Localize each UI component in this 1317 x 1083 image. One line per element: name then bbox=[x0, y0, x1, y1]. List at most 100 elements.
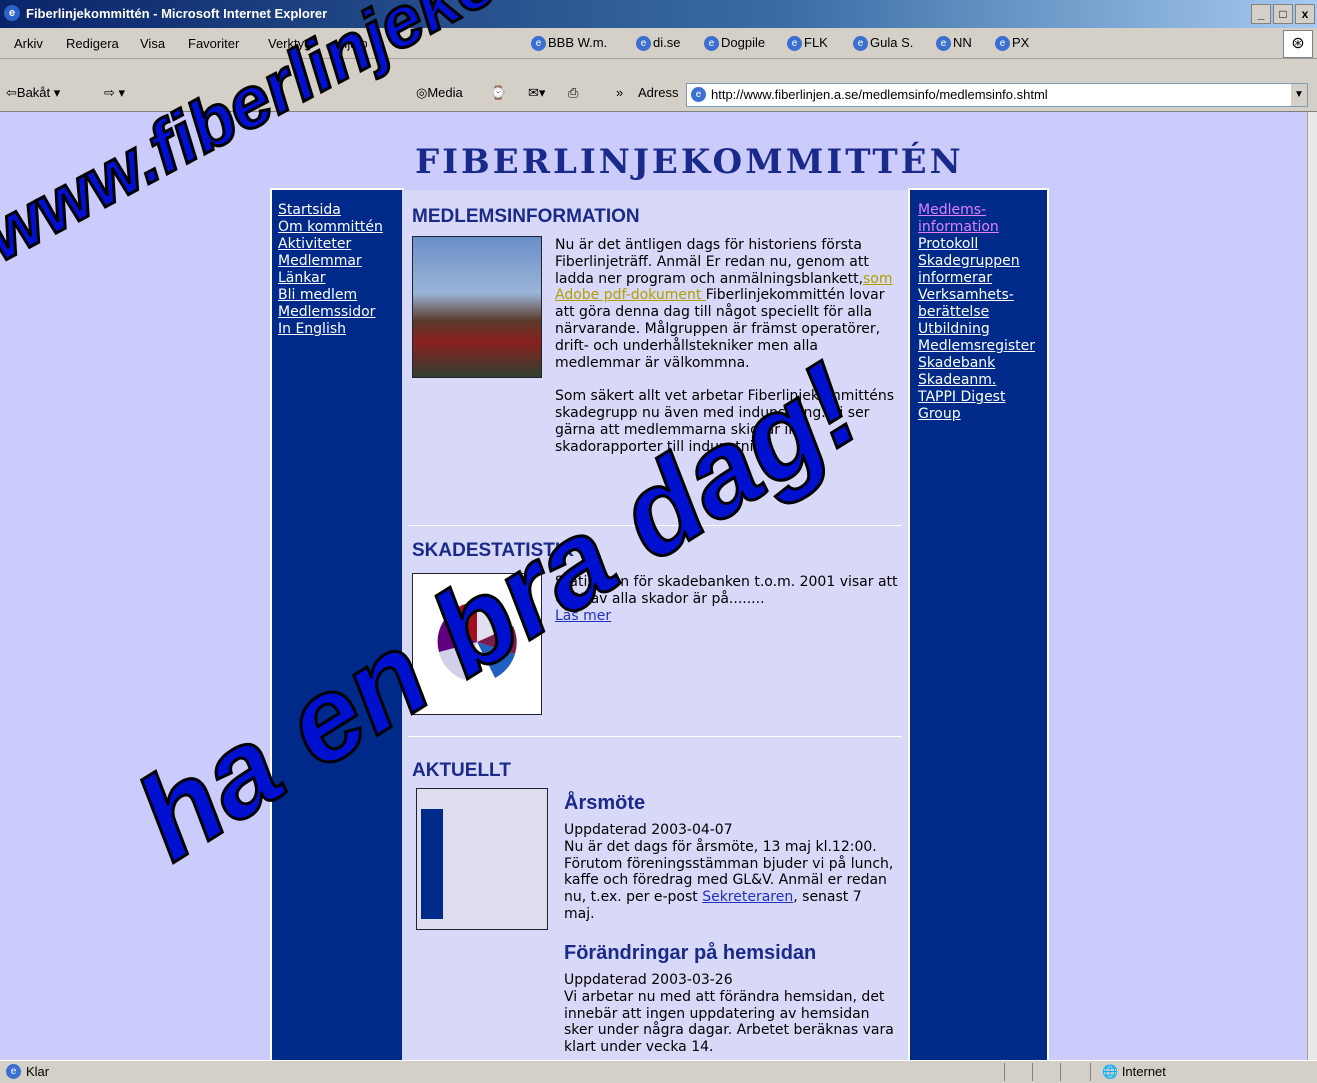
mail-icon[interactable]: ✉▾ bbox=[528, 85, 545, 101]
back-arrow-icon: ⇦ bbox=[6, 85, 17, 100]
history-icon[interactable]: ⌚ bbox=[490, 85, 506, 101]
nav-medlemsregister[interactable]: Medlemsregister bbox=[918, 338, 1035, 355]
news-body-forandringar: Uppdaterad 2003-03-26 Vi arbetar nu med … bbox=[564, 972, 894, 1056]
nav-startsida[interactable]: Startsida bbox=[278, 202, 383, 219]
member-info-heading: MEDLEMSINFORMATION bbox=[412, 206, 640, 227]
divider bbox=[1032, 1063, 1033, 1081]
address-bar[interactable]: e http://www.fiberlinjen.a.se/medlemsinf… bbox=[686, 83, 1308, 107]
back-button[interactable]: ⇦Bakåt ▾ bbox=[6, 85, 60, 101]
nav-medlemmar[interactable]: Medlemmar bbox=[278, 253, 383, 270]
skadestatistik-heading: SKADESTATISTIK bbox=[412, 540, 574, 561]
news-title-arsmote: Årsmöte bbox=[564, 792, 646, 814]
nav-in-english[interactable]: In English bbox=[278, 321, 383, 338]
more-chevron-icon[interactable]: » bbox=[616, 85, 623, 100]
menu-favoriter[interactable]: Favoriter bbox=[188, 36, 239, 51]
ie-page-icon: e bbox=[636, 36, 651, 52]
nav-skadeanm[interactable]: Skadeanm. bbox=[918, 372, 1035, 389]
menu-visa[interactable]: Visa bbox=[140, 36, 165, 51]
member-info-text: Nu är det äntligen dags för historiens f… bbox=[555, 237, 895, 455]
divider bbox=[408, 736, 902, 737]
left-nav: Startsida Om kommittén Aktiviteter Medle… bbox=[278, 202, 383, 338]
window-title: Fiberlinjekommittén - Microsoft Internet… bbox=[26, 6, 328, 21]
nav-skadegruppen[interactable]: Skadegruppen bbox=[918, 253, 1035, 270]
read-more-link[interactable]: Läs mer bbox=[555, 608, 611, 624]
media-button[interactable]: ◎Media bbox=[416, 85, 463, 101]
forward-arrow-icon: ⇨ bbox=[104, 85, 115, 100]
media-icon: ◎ bbox=[416, 85, 428, 100]
link-nn[interactable]: e NN bbox=[936, 35, 972, 52]
nav-aktiviteter[interactable]: Aktiviteter bbox=[278, 236, 383, 253]
news-body-arsmote: Uppdaterad 2003-04-07 Nu är det dags för… bbox=[564, 822, 894, 922]
menu-redigera[interactable]: Redigera bbox=[66, 36, 119, 51]
minimize-button[interactable]: _ bbox=[1251, 4, 1271, 24]
menu-arkiv[interactable]: Arkiv bbox=[14, 36, 43, 51]
factory-photo bbox=[412, 236, 542, 378]
ie-logo-icon: e bbox=[4, 5, 20, 21]
nav-berattelse[interactable]: berättelse bbox=[918, 304, 1035, 321]
vertical-scrollbar[interactable] bbox=[1307, 112, 1317, 1060]
menu-bar: Arkiv Redigera Visa Favoriter Verktyg Hj… bbox=[0, 28, 1317, 59]
nav-medlems[interactable]: Medlems- bbox=[918, 202, 1035, 219]
link-px[interactable]: e PX bbox=[995, 35, 1029, 52]
address-label: Adress bbox=[638, 85, 679, 100]
site-title: FIBERLINJEKOMMITTÉN bbox=[415, 142, 964, 182]
pie-chart-image bbox=[412, 573, 542, 715]
toolbar: ⇦Bakåt ▾ ⇨ ▾ ◎Media ⌚ ✉▾ ⎙ » Adress e ht… bbox=[0, 59, 1317, 112]
forward-button[interactable]: ⇨ ▾ bbox=[104, 85, 125, 101]
ie-page-icon: e bbox=[691, 87, 706, 102]
ie-page-icon: e bbox=[6, 1064, 21, 1079]
menu-verktyg[interactable]: Verktyg bbox=[268, 36, 311, 51]
nav-verksamhets[interactable]: Verksamhets- bbox=[918, 287, 1035, 304]
nav-group[interactable]: Group bbox=[918, 406, 1035, 423]
nav-bli-medlem[interactable]: Bli medlem bbox=[278, 287, 383, 304]
divider bbox=[1004, 1063, 1005, 1081]
link-di[interactable]: e di.se bbox=[636, 35, 680, 52]
nav-om-kommitten[interactable]: Om kommittén bbox=[278, 219, 383, 236]
link-dogpile[interactable]: e Dogpile bbox=[704, 35, 765, 52]
maximize-button[interactable]: □ bbox=[1273, 4, 1293, 24]
pie-chart-icon bbox=[437, 602, 517, 683]
divider bbox=[1090, 1063, 1091, 1081]
status-text: Klar bbox=[26, 1064, 50, 1079]
nav-medlemssidor[interactable]: Medlemssidor bbox=[278, 304, 383, 321]
nav-skadebank[interactable]: Skadebank bbox=[918, 355, 1035, 372]
ie-page-icon: e bbox=[936, 36, 951, 52]
skadestatistik-text: Statistiken för skadebanken t.o.m. 2001 … bbox=[555, 574, 898, 624]
title-bar: e Fiberlinjekommittén - Microsoft Intern… bbox=[0, 0, 1317, 28]
status-bar: e Klar 🌐 Internet bbox=[0, 1060, 1317, 1083]
link-flk[interactable]: e FLK bbox=[787, 35, 828, 52]
page-viewport: FIBERLINJEKOMMITTÉN Startsida Om kommitt… bbox=[0, 112, 1307, 1060]
thumbnail-nav bbox=[421, 809, 443, 919]
window-controls: _ □ x bbox=[1251, 4, 1315, 24]
globe-icon: 🌐 bbox=[1102, 1064, 1119, 1079]
ie-page-icon: e bbox=[995, 36, 1010, 52]
nav-tappi[interactable]: TAPPI Digest bbox=[918, 389, 1035, 406]
left-nav-column: Startsida Om kommittén Aktiviteter Medle… bbox=[270, 188, 404, 1060]
divider bbox=[408, 525, 902, 526]
link-bbb[interactable]: e BBB W.m. bbox=[531, 35, 607, 52]
ie-page-icon: e bbox=[704, 36, 719, 52]
menu-hjalp[interactable]: Hjälp bbox=[338, 36, 368, 51]
divider bbox=[1060, 1063, 1061, 1081]
secretary-email-link[interactable]: Sekreteraren bbox=[702, 889, 793, 905]
windows-logo-icon: ⊛ bbox=[1283, 30, 1313, 58]
site-thumbnail-image bbox=[416, 788, 548, 930]
main-content: MEDLEMSINFORMATION Nu är det äntligen da… bbox=[402, 190, 908, 1060]
news-title-forandringar: Förändringar på hemsidan bbox=[564, 942, 817, 964]
nav-information[interactable]: information bbox=[918, 219, 1035, 236]
ie-page-icon: e bbox=[853, 36, 868, 52]
aktuellt-heading: AKTUELLT bbox=[412, 760, 511, 781]
ie-page-icon: e bbox=[787, 36, 802, 52]
close-button[interactable]: x bbox=[1295, 4, 1315, 24]
nav-protokoll[interactable]: Protokoll bbox=[918, 236, 1035, 253]
ie-page-icon: e bbox=[531, 36, 546, 52]
nav-lankar[interactable]: Länkar bbox=[278, 270, 383, 287]
nav-utbildning[interactable]: Utbildning bbox=[918, 321, 1035, 338]
right-nav: Medlems- information Protokoll Skadegrup… bbox=[918, 202, 1035, 423]
print-icon[interactable]: ⎙ bbox=[568, 85, 578, 101]
chevron-down-icon[interactable]: ▼ bbox=[1291, 84, 1307, 106]
security-zone: 🌐 Internet bbox=[1102, 1064, 1166, 1079]
link-gula[interactable]: e Gula S. bbox=[853, 35, 913, 52]
nav-informerar[interactable]: informerar bbox=[918, 270, 1035, 287]
address-url[interactable]: http://www.fiberlinjen.a.se/medlemsinfo/… bbox=[711, 84, 1048, 106]
